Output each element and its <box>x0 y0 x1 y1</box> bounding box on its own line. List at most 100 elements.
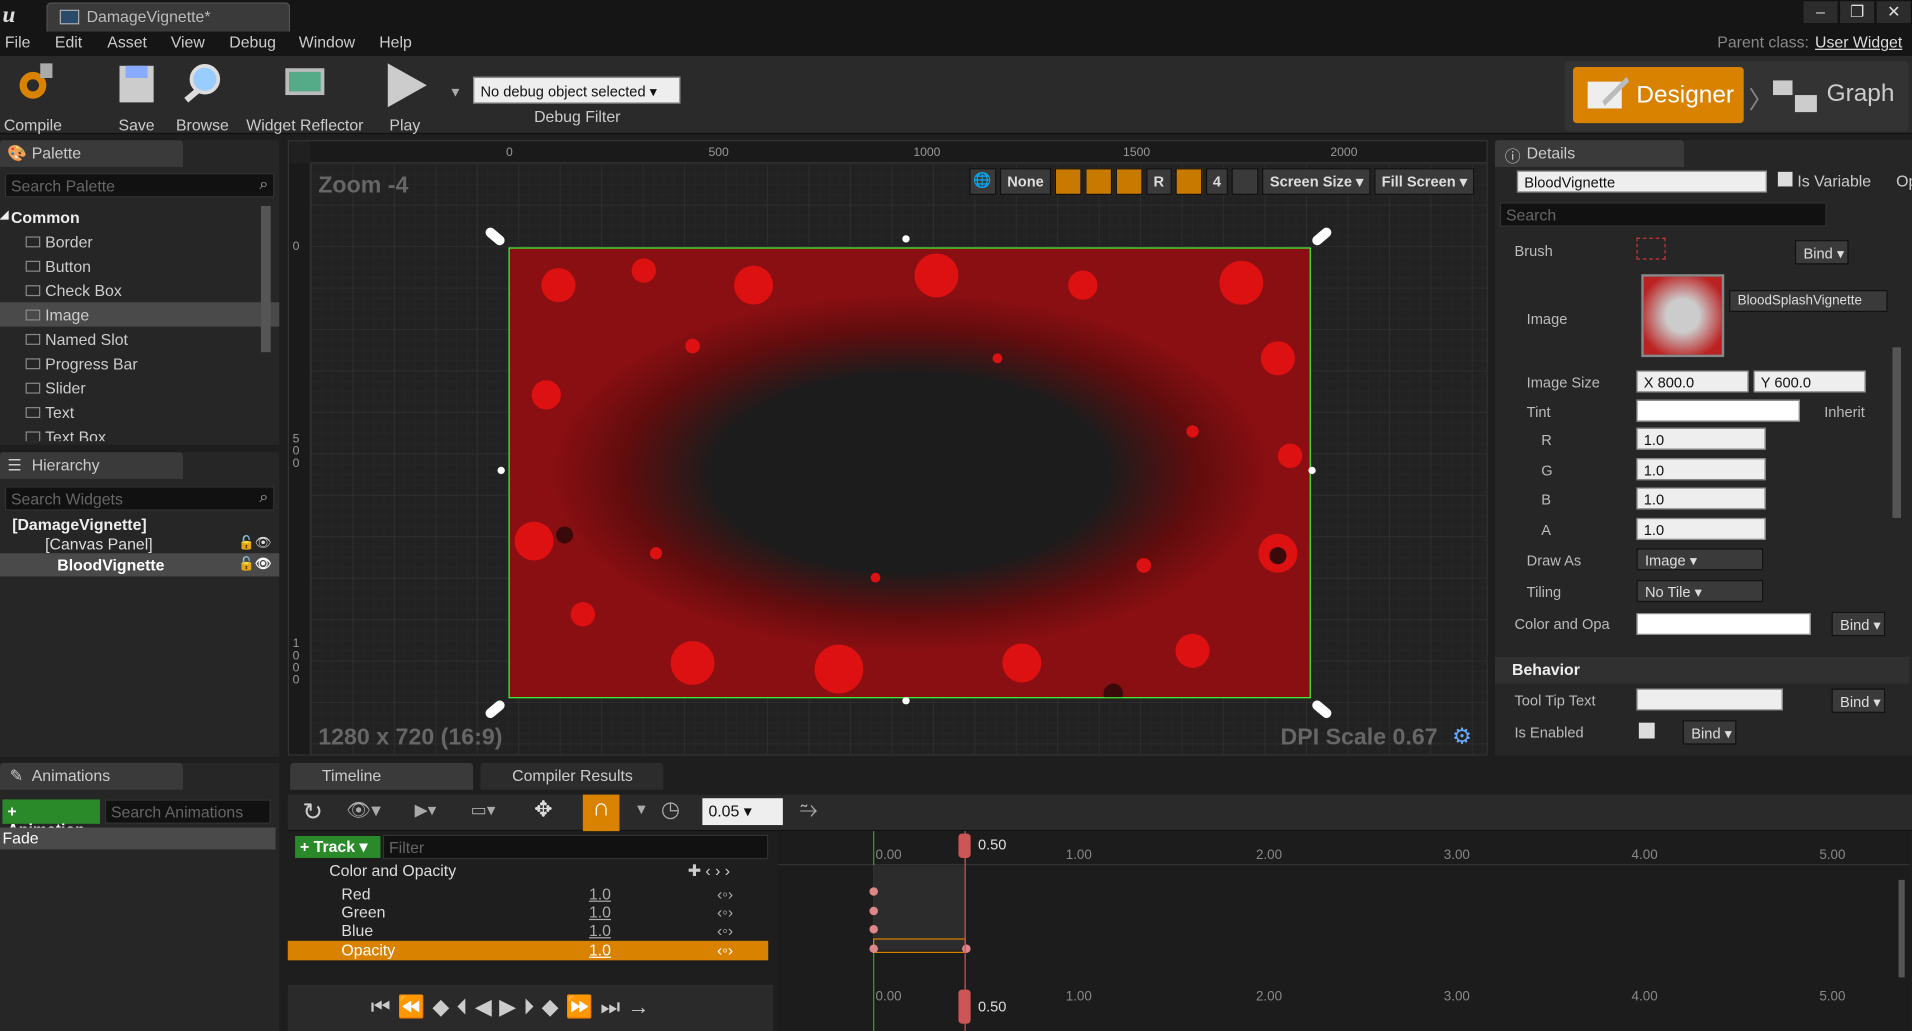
eye-icon[interactable]: 👁▾ <box>346 798 381 822</box>
debug-object-dropdown[interactable]: No debug object selected ▾ <box>473 76 681 104</box>
anchor-handle-bottom[interactable] <box>902 697 910 705</box>
is-enabled-bind-button[interactable]: Bind ▾ <box>1682 720 1737 745</box>
tab-hierarchy[interactable]: ☰ Hierarchy <box>0 452 183 479</box>
track-value[interactable]: 1.0 <box>589 885 611 903</box>
palette-item-checkbox[interactable]: Check Box <box>0 278 279 302</box>
lock-icon[interactable] <box>1085 168 1113 195</box>
track-blue[interactable]: Blue 1.0 ‹◦› <box>288 921 768 940</box>
respect-locks-button[interactable]: R <box>1146 168 1172 195</box>
globe-icon[interactable]: 🌐 <box>969 168 997 195</box>
play-options-icon[interactable]: ▶▾ <box>415 799 437 820</box>
palette-item-named-slot[interactable]: Named Slot <box>0 327 279 351</box>
clock-icon[interactable]: ◷ <box>661 797 680 823</box>
playhead-handle[interactable] <box>958 833 971 858</box>
tree-blood-vignette[interactable]: BloodVignette 🔓👁 <box>0 553 280 577</box>
inherit-label[interactable]: Inherit <box>1824 403 1865 420</box>
minimize-button[interactable]: – <box>1802 0 1839 25</box>
track-green[interactable]: Green 1.0 ‹◦› <box>288 903 768 922</box>
curve-editor-icon[interactable]: ⥲ <box>800 797 818 823</box>
snap-magnet-icon[interactable]: ∩ <box>582 794 620 832</box>
tab-timeline[interactable]: Timeline <box>290 762 474 790</box>
selection-icon[interactable]: ▭▾ <box>471 799 496 820</box>
tooltip-field[interactable] <box>1636 688 1783 711</box>
menu-file[interactable]: File <box>5 33 31 51</box>
add-animation-button[interactable]: + Animation <box>2 799 100 838</box>
category-common[interactable]: ◢ Common <box>0 205 279 229</box>
palette-item-slider[interactable]: Slider <box>0 375 279 399</box>
designer-mode-button[interactable]: Designer <box>1573 67 1744 124</box>
tab-details[interactable]: ⓘ Details <box>1494 140 1684 167</box>
palette-item-text[interactable]: Text <box>0 400 279 424</box>
tree-canvas-panel[interactable]: [Canvas Panel] 🔓👁 <box>0 534 279 553</box>
anchor-handle-left[interactable] <box>497 466 505 475</box>
image-asset-dropdown[interactable]: BloodSplashVignette <box>1729 290 1888 312</box>
key-nav-icon[interactable]: ‹◦› <box>717 921 733 939</box>
timeline-track-area[interactable]: 0.00 1.00 2.00 3.00 4.00 5.00 0.00 1.00 … <box>777 831 1910 1031</box>
tint-a-field[interactable]: 1.0 <box>1636 517 1766 540</box>
palette-item-button[interactable]: Button <box>0 253 279 277</box>
tree-root[interactable]: [DamageVignette] <box>0 511 279 534</box>
grid-size-value[interactable]: 4 <box>1205 168 1229 195</box>
brush-preview[interactable] <box>1636 237 1666 260</box>
grid-snap-icon[interactable] <box>1175 168 1202 195</box>
image-size-y-field[interactable]: Y 600.0 <box>1753 370 1866 393</box>
key-nav-icon[interactable]: ‹◦› <box>717 885 733 903</box>
play-options-dropdown[interactable]: ▼ <box>449 85 462 100</box>
tab-palette[interactable]: 🎨 Palette <box>0 140 183 167</box>
playhead-handle-bottom[interactable] <box>958 989 971 1024</box>
widget-name-field[interactable]: BloodVignette <box>1516 170 1767 193</box>
menu-view[interactable]: View <box>171 33 205 51</box>
blood-vignette-image[interactable] <box>508 247 1311 699</box>
document-tab[interactable]: DamageVignette* <box>46 2 291 32</box>
keyframe[interactable] <box>869 924 878 934</box>
track-value[interactable]: 1.0 <box>589 941 611 959</box>
compile-button[interactable]: Compile <box>2 61 63 134</box>
widget-reflector-button[interactable]: Widget Reflector <box>245 61 365 134</box>
resize-icon[interactable] <box>1232 168 1259 195</box>
palette-item-image[interactable]: Image <box>0 302 280 327</box>
keyframe[interactable] <box>869 944 878 954</box>
tint-b-field[interactable]: 1.0 <box>1636 487 1766 510</box>
is-enabled-checkbox[interactable] <box>1638 722 1655 739</box>
timeline-scrollbar[interactable] <box>1898 879 1905 978</box>
key-nav-icon[interactable]: ‹◦› <box>717 941 733 959</box>
play-button[interactable]: Play <box>378 61 432 134</box>
draw-as-dropdown[interactable]: Image ▾ <box>1636 548 1764 571</box>
tab-animations[interactable]: ✎ Animations <box>0 762 183 790</box>
is-variable-checkbox[interactable]: Is Variable <box>1777 171 1871 190</box>
lock-and-eye-icon[interactable]: 🔓👁 <box>238 556 272 572</box>
track-opacity[interactable]: Opacity 1.0 ‹◦› <box>287 940 769 961</box>
palette-item-border[interactable]: Border <box>0 229 279 253</box>
fill-screen-dropdown[interactable]: Fill Screen ▾ <box>1374 168 1475 195</box>
screen-size-dropdown[interactable]: Screen Size ▾ <box>1262 168 1371 195</box>
track-value[interactable]: 1.0 <box>589 903 611 921</box>
restore-button[interactable]: ❐ <box>1838 0 1876 25</box>
snap-options-dropdown[interactable]: ▼ <box>634 801 648 818</box>
track-red[interactable]: Red 1.0 ‹◦› <box>288 885 768 904</box>
tiling-dropdown[interactable]: No Tile ▾ <box>1636 580 1764 603</box>
search-widgets-input[interactable]: Search Widgets ⌕ <box>4 486 275 511</box>
tint-g-field[interactable]: 1.0 <box>1636 458 1766 481</box>
search-palette-input[interactable]: Search Palette ⌕ <box>4 173 275 198</box>
menu-asset[interactable]: Asset <box>107 33 147 51</box>
refresh-icon[interactable]: ↻ <box>302 797 322 827</box>
details-scrollbar[interactable] <box>1892 347 1902 518</box>
add-track-button[interactable]: + Track ▾ <box>295 836 381 858</box>
designer-viewport[interactable]: 0 500 1000 1500 2000 0 500 1000 Zoom -4 … <box>287 140 1488 756</box>
menu-debug[interactable]: Debug <box>229 33 276 51</box>
outline-toggle-icon[interactable] <box>1054 168 1082 195</box>
tooltip-bind-button[interactable]: Bind ▾ <box>1831 688 1886 713</box>
close-button[interactable]: ✕ <box>1875 0 1912 25</box>
save-button[interactable]: Save <box>110 61 164 134</box>
keyframe[interactable] <box>869 906 878 916</box>
tint-r-field[interactable]: 1.0 <box>1636 427 1766 450</box>
keyframe[interactable] <box>962 944 971 954</box>
key-nav-icon[interactable]: ‹◦› <box>717 903 733 921</box>
menu-window[interactable]: Window <box>299 33 355 51</box>
details-search-input[interactable]: Search <box>1499 202 1827 227</box>
parent-class-link[interactable]: User Widget <box>1815 33 1902 51</box>
palette-scrollbar[interactable] <box>260 205 271 353</box>
add-key-icon[interactable]: ✚ ‹ › › <box>688 862 730 881</box>
track-value[interactable]: 1.0 <box>589 921 611 939</box>
search-animations-input[interactable]: Search Animations <box>104 799 271 824</box>
